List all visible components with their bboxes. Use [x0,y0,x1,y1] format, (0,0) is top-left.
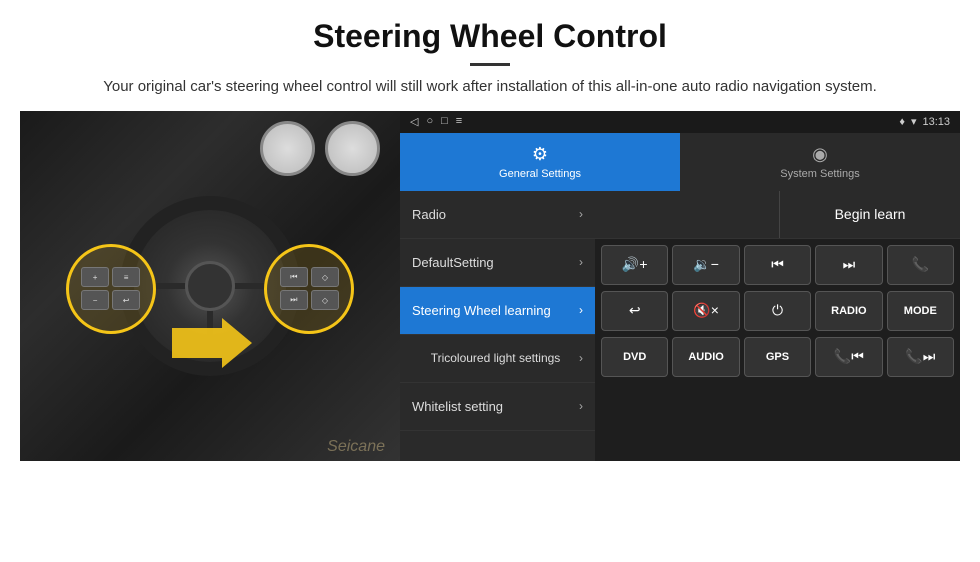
back-icon: ◁ [410,115,418,128]
menu-icon: ≡ [456,115,462,128]
mode-button[interactable]: MODE [887,291,954,331]
chevron-icon-steering: › [579,303,583,317]
signal-icon: ▾ [911,115,917,128]
audio-button[interactable]: AUDIO [672,337,739,377]
phone-button[interactable]: 📞 [887,245,954,285]
next-track-button[interactable]: ⏭ [815,245,882,285]
status-bar: ◁ ○ □ ≡ ♦ ▾ 13:13 [400,111,960,133]
audio-label: AUDIO [688,351,723,363]
power-icon: ⏻ [772,302,783,319]
status-bar-left: ◁ ○ □ ≡ [410,115,462,128]
left-menu: Radio › DefaultSetting › Steering Wheel … [400,191,595,461]
chevron-icon-default: › [579,255,583,269]
hang-up-icon: ↩ [629,302,641,319]
radio-button[interactable]: RADIO [815,291,882,331]
begin-learn-button[interactable]: Begin learn [780,191,960,238]
tab-general[interactable]: ⚙ General Settings [400,133,680,191]
right-btn-grid: ⏮ ◇ ⏭ ◇ [280,267,339,310]
tab-bar: ⚙ General Settings ◉ System Settings [400,133,960,191]
vol-up-button[interactable]: 🔊+ [601,245,668,285]
menu-item-steering[interactable]: Steering Wheel learning › [400,287,595,335]
gauges [260,121,380,176]
chevron-icon-radio: › [579,207,583,221]
hang-up-button[interactable]: ↩ [601,291,668,331]
menu-radio-label: Radio [412,207,579,222]
android-ui: ◁ ○ □ ≡ ♦ ▾ 13:13 ⚙ General Settings ◉ S… [400,111,960,461]
mode-btn-label: MODE [904,305,937,317]
chevron-icon-whitelist: › [579,399,583,413]
vol-down-icon: 🔉− [693,256,719,273]
radio-btn-label: RADIO [831,305,866,317]
control-buttons-row2: ↩ 🔇× ⏻ RADIO MODE [595,291,960,337]
vol-down-button[interactable]: 🔉− [672,245,739,285]
control-buttons-row1: 🔊+ 🔉− ⏮ ⏭ 📞 [595,239,960,291]
status-bar-right: ♦ ▾ 13:13 [899,115,950,128]
arrow-indicator [172,318,252,373]
system-settings-icon: ◉ [812,144,828,165]
menu-tricoloured-label: Tricoloured light settings [412,351,579,365]
home-icon: ○ [426,115,433,128]
mute-button[interactable]: 🔇× [672,291,739,331]
mini-btn-6: ◇ [311,267,339,287]
gauge-left [260,121,315,176]
clock: 13:13 [922,116,950,128]
prev-track-button[interactable]: ⏮ [744,245,811,285]
mini-btn-8: ◇ [311,290,339,310]
mini-btn-5: ⏮ [280,267,308,287]
recents-icon: □ [441,115,448,128]
mini-btn-4: ↩ [112,290,140,310]
gauge-right [325,121,380,176]
sw-center [185,261,235,311]
tel-prev-icon: 📞⏮ [834,348,864,365]
tel-next-button[interactable]: 📞⏭ [887,337,954,377]
control-buttons-row3: DVD AUDIO GPS 📞⏮ 📞⏭ [595,337,960,383]
menu-item-radio[interactable]: Radio › [400,191,595,239]
main-content: + ≡ − ↩ ⏮ ◇ ⏭ ◇ [0,111,980,461]
page-subtitle: Your original car's steering wheel contr… [60,76,920,99]
chevron-icon-tricoloured: › [579,351,583,365]
location-icon: ♦ [899,116,905,128]
menu-steering-label: Steering Wheel learning [412,303,579,318]
mini-btn-3: − [81,290,109,310]
tab-general-label: General Settings [499,168,581,180]
power-button[interactable]: ⏻ [744,291,811,331]
circle-left-highlight: + ≡ − ↩ [66,244,156,334]
mini-btn-1: + [81,267,109,287]
left-btn-grid: + ≡ − ↩ [81,267,140,310]
title-divider [470,63,510,66]
tab-system[interactable]: ◉ System Settings [680,133,960,191]
menu-default-label: DefaultSetting [412,255,579,270]
dvd-button[interactable]: DVD [601,337,668,377]
car-image: + ≡ − ↩ ⏮ ◇ ⏭ ◇ [20,111,400,461]
content-area: Radio › DefaultSetting › Steering Wheel … [400,191,960,461]
prev-track-icon: ⏮ [771,256,784,273]
circle-right-highlight: ⏮ ◇ ⏭ ◇ [264,244,354,334]
tel-next-icon: 📞⏭ [905,348,935,365]
gps-label: GPS [766,351,789,363]
tel-prev-button[interactable]: 📞⏮ [815,337,882,377]
next-track-icon: ⏭ [843,256,856,273]
menu-item-whitelist[interactable]: Whitelist setting › [400,383,595,431]
arrow-svg [172,318,252,368]
menu-whitelist-label: Whitelist setting [412,399,579,414]
mini-btn-2: ≡ [112,267,140,287]
begin-learn-row: Begin learn [595,191,960,239]
mini-btn-7: ⏭ [280,290,308,310]
menu-item-default[interactable]: DefaultSetting › [400,239,595,287]
watermark: Seicane [327,438,385,456]
page-header: Steering Wheel Control Your original car… [0,0,980,111]
tab-system-label: System Settings [780,168,859,180]
menu-item-tricoloured[interactable]: Tricoloured light settings › [400,335,595,383]
car-background: + ≡ − ↩ ⏮ ◇ ⏭ ◇ [20,111,400,461]
empty-input-field [595,191,780,238]
right-panel: Begin learn 🔊+ 🔉− ⏮ ⏭ [595,191,960,461]
dvd-label: DVD [623,351,646,363]
phone-icon: 📞 [912,256,929,273]
page-title: Steering Wheel Control [60,18,920,55]
general-settings-icon: ⚙ [532,144,548,165]
vol-up-icon: 🔊+ [622,256,648,273]
gps-button[interactable]: GPS [744,337,811,377]
mute-icon: 🔇× [693,302,719,319]
